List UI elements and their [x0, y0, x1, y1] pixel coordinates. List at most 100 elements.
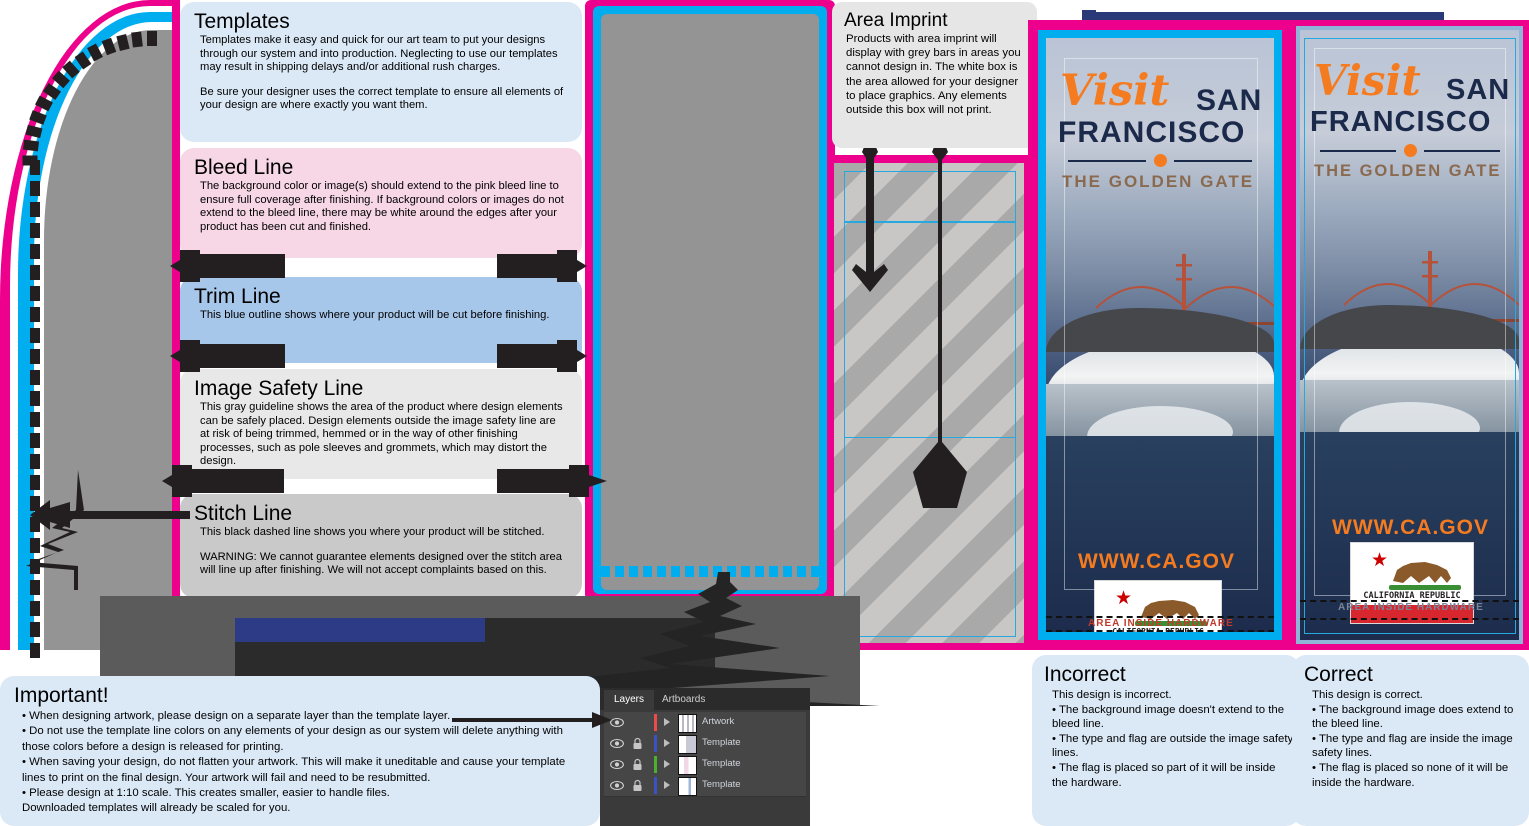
stitch-dash [30, 286, 40, 301]
image-safety-rect [601, 14, 819, 590]
panel-stitch-line: Stitch Line This black dashed line shows… [180, 494, 582, 598]
panel-trim-body: This blue outline shows where your produ… [200, 309, 550, 321]
logo-rule-left [1068, 160, 1146, 162]
stitch-dash [42, 82, 61, 100]
chevron-right-icon[interactable] [664, 781, 670, 789]
layers-panel-tabbar: Layers Artboards [600, 688, 810, 710]
stitch-dash [30, 391, 40, 406]
banner-artwork-image: Visit SAN FRANCISCO THE GOLDEN GATE WWW.… [1046, 38, 1274, 632]
panel-templates-title: Templates [194, 10, 290, 33]
stitch-dash [30, 622, 40, 637]
panel-templates-body: Templates make it easy and quick for our… [200, 34, 558, 74]
chevron-right-icon[interactable] [664, 739, 670, 747]
logo-rule-right [1424, 150, 1500, 152]
layer-row-artwork[interactable]: Artwork [604, 712, 806, 734]
flag-star-icon: ★ [1371, 550, 1389, 571]
layer-thumbnail [678, 735, 697, 754]
layer-color-swatch [654, 756, 657, 773]
stitch-dash [35, 95, 53, 112]
tab-artboards[interactable]: Artboards [652, 690, 715, 710]
banner-stitch-dashline-2 [1300, 618, 1519, 620]
layer-row-template-2[interactable]: Template [604, 754, 806, 776]
banner-incorrect: Visit SAN FRANCISCO THE GOLDEN GATE WWW.… [1028, 20, 1292, 650]
panel-incorrect-lead: This design is incorrect. [1052, 689, 1172, 701]
layer-color-swatch [654, 714, 657, 731]
feather-flag-template [0, 0, 180, 658]
panel-safety-body: This gray guideline shows the area of th… [200, 401, 563, 468]
panel-stitch-body2: WARNING: We cannot guarantee elements de… [200, 550, 562, 577]
tab-layers[interactable]: Layers [604, 690, 655, 710]
illustrator-blue-block [235, 618, 485, 642]
logo-dot [1154, 154, 1167, 167]
logo-rule-right [1174, 160, 1252, 162]
incorrect-bullet-0: • The background image doesn't extend to… [1052, 703, 1285, 731]
panel-area-imprint: Area Imprint Products with area imprint … [832, 2, 1037, 148]
stitch-dash [25, 124, 43, 138]
stitch-dash [30, 601, 40, 616]
chevron-right-icon[interactable] [664, 718, 670, 726]
stitch-dash [30, 223, 40, 238]
illustrator-tower-shape [580, 572, 880, 706]
panel-templates: Templates Templates make it easy and qui… [180, 2, 582, 142]
layer-thumbnail [678, 714, 697, 733]
banner-stitch-dashline-2 [1046, 630, 1274, 632]
stitch-dash [30, 265, 40, 280]
panel-important-title: Important! [14, 684, 109, 707]
stitch-dash [30, 370, 40, 385]
panel-important: Important! • When designing artwork, ple… [0, 676, 600, 826]
stitch-dash [101, 37, 117, 56]
banner-artwork-image: Visit SAN FRANCISCO THE GOLDEN GATE WWW.… [1300, 30, 1519, 640]
banner-url-text: WWW.CA.GOV [1078, 550, 1235, 573]
navy-strip-highlight [1096, 0, 1444, 12]
layer-thumbnail [678, 777, 697, 796]
panel-correct: Correct This design is correct. • The ba… [1292, 655, 1529, 826]
connector-arrow-trim-left [170, 340, 285, 372]
logo-san-text: SAN [1446, 74, 1511, 106]
important-bullet-3: • Please design at 1:10 scale. This crea… [22, 787, 390, 800]
stitch-dash [74, 51, 92, 70]
panel-stitch-body: This black dashed line shows you where y… [200, 526, 545, 538]
lock-icon[interactable] [632, 758, 643, 771]
eye-icon[interactable] [610, 779, 624, 792]
layer-row-template-1[interactable]: Template [604, 733, 806, 755]
stitch-dash [22, 155, 38, 166]
panel-templates-body2: Be sure your designer uses the correct t… [200, 85, 564, 112]
eye-icon[interactable] [610, 716, 624, 729]
imprint-arrow-right [913, 142, 967, 508]
stitch-dash [30, 433, 40, 448]
layer-name: Template [702, 737, 741, 748]
panel-incorrect-title: Incorrect [1044, 663, 1126, 686]
connector-arrow-bleed-left [170, 250, 285, 282]
connector-arrow-safety-right [497, 465, 607, 497]
correct-bullet-2: • The flag is placed so none of it will … [1312, 761, 1509, 789]
stitch-dash [22, 139, 39, 152]
panel-correct-title: Correct [1304, 663, 1373, 686]
logo-visit-text: Visit [1060, 66, 1170, 116]
panel-bleed-body: The background color or image(s) should … [200, 180, 564, 233]
banner-url-text: WWW.CA.GOV [1332, 516, 1489, 539]
flag-hardware-icon [26, 470, 84, 590]
chevron-right-icon[interactable] [664, 760, 670, 768]
layer-name: Template [702, 758, 741, 769]
rectangular-template [585, 0, 835, 600]
area-inside-hardware-label: AREA INSIDE HARDWARE [1338, 602, 1484, 613]
lock-icon[interactable] [632, 737, 643, 750]
flag-grass [1389, 585, 1461, 590]
panel-bleed-title: Bleed Line [194, 156, 294, 179]
logo-visit-text: Visit [1314, 56, 1421, 105]
stitch-dash [30, 202, 40, 217]
eye-icon[interactable] [610, 737, 624, 750]
layer-color-swatch [654, 735, 657, 752]
template-guide-canvas: Templates Templates make it easy and qui… [0, 0, 1529, 826]
stitch-dash [30, 454, 40, 469]
eye-icon[interactable] [610, 758, 624, 771]
connector-arrow-important-to-layers [452, 712, 612, 728]
stitch-dash [29, 109, 47, 125]
stitch-dash [131, 31, 144, 48]
panel-incorrect: Incorrect This design is incorrect. • Th… [1032, 655, 1300, 826]
lock-icon[interactable] [632, 779, 643, 792]
layer-row-template-3[interactable]: Template [604, 775, 806, 797]
panel-stitch-title: Stitch Line [194, 502, 293, 525]
layers-panel[interactable]: Layers Artboards Artwork Template Templa… [600, 688, 810, 826]
panel-bleed-line: Bleed Line The background color or image… [180, 148, 582, 258]
